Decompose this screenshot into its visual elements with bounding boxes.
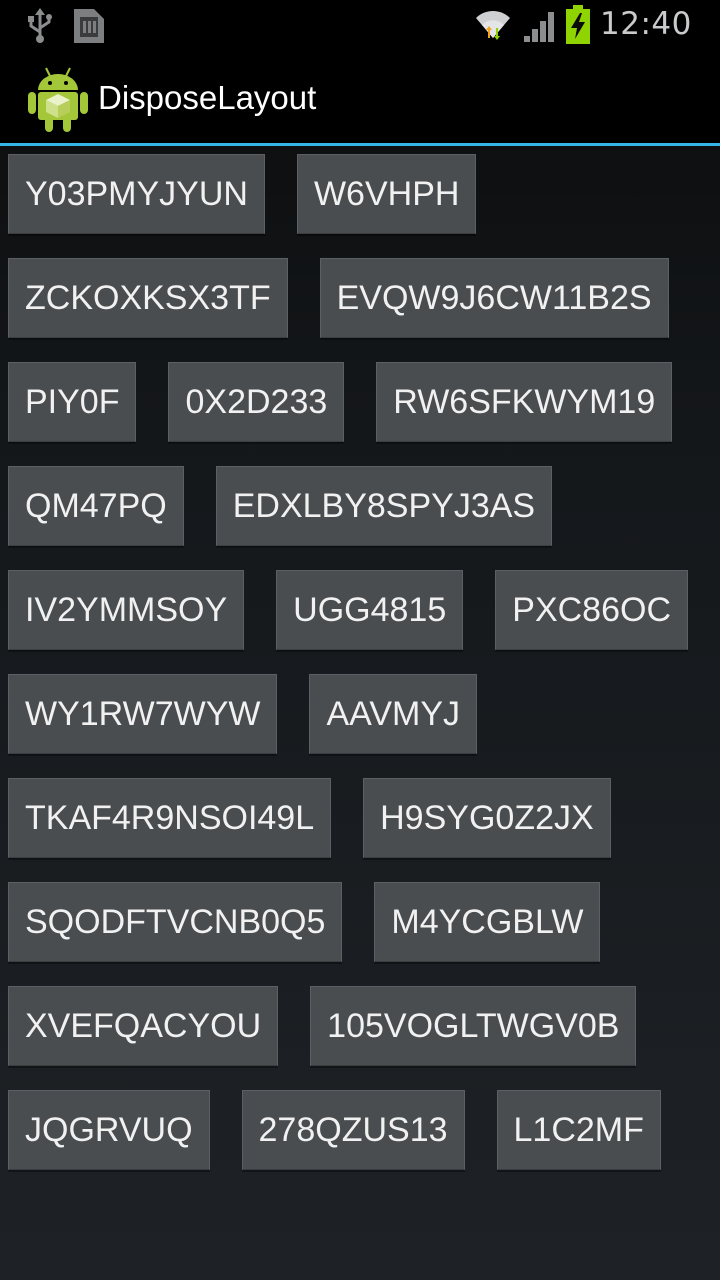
button-row: TKAF4R9NSOI49L H9SYG0Z2JX [8, 778, 720, 858]
screen: 12:40 DisposeLayout Y03PMYJYUN W6VHPH ZC… [0, 0, 720, 1280]
button-flow-layout: Y03PMYJYUN W6VHPH ZCKOXKSX3TF EVQW9J6CW1… [8, 146, 720, 1280]
button-row: XVEFQACYOU 105VOGLTWGV0B [8, 986, 720, 1066]
random-label-button[interactable]: JQGRVUQ [8, 1090, 210, 1170]
random-label-button[interactable]: TKAF4R9NSOI49L [8, 778, 332, 858]
random-label-button[interactable]: L1C2MF [496, 1090, 661, 1170]
battery-charging-icon [565, 5, 591, 45]
button-row: ZCKOXKSX3TF EVQW9J6CW11B2S [8, 258, 720, 338]
signal-icon [522, 8, 558, 44]
random-label-button[interactable]: ZCKOXKSX3TF [8, 258, 288, 338]
sd-card-icon [70, 7, 106, 45]
random-label-button[interactable]: EVQW9J6CW11B2S [319, 258, 669, 338]
random-label-button[interactable]: M4YCGBLW [374, 882, 601, 962]
random-label-button[interactable]: 278QZUS13 [241, 1090, 465, 1170]
button-row: WY1RW7WYW AAVMYJ [8, 674, 720, 754]
random-label-button[interactable]: WY1RW7WYW [8, 674, 278, 754]
wifi-icon [474, 6, 512, 44]
android-icon [28, 66, 88, 132]
button-row: IV2YMMSOY UGG4815 PXC86OC [8, 570, 720, 650]
random-label-button[interactable]: QM47PQ [8, 466, 184, 546]
random-label-button[interactable]: 105VOGLTWGV0B [310, 986, 637, 1066]
random-label-button[interactable]: RW6SFKWYM19 [376, 362, 673, 442]
random-label-button[interactable]: H9SYG0Z2JX [363, 778, 611, 858]
status-clock: 12:40 [600, 6, 692, 42]
app-title: DisposeLayout [98, 79, 317, 116]
button-row: PIY0F 0X2D233 RW6SFKWYM19 [8, 362, 720, 442]
random-label-button[interactable]: UGG4815 [276, 570, 464, 650]
random-label-button[interactable]: Y03PMYJYUN [8, 154, 265, 234]
button-row: Y03PMYJYUN W6VHPH [8, 154, 720, 234]
random-label-button[interactable]: EDXLBY8SPYJ3AS [215, 466, 553, 546]
button-row: QM47PQ EDXLBY8SPYJ3AS [8, 466, 720, 546]
action-bar: DisposeLayout [0, 50, 720, 144]
random-label-button[interactable]: IV2YMMSOY [8, 570, 245, 650]
random-label-button[interactable]: PXC86OC [495, 570, 688, 650]
button-row: SQODFTVCNB0Q5 M4YCGBLW [8, 882, 720, 962]
usb-icon [26, 8, 54, 44]
random-label-button[interactable]: SQODFTVCNB0Q5 [8, 882, 343, 962]
random-label-button[interactable]: PIY0F [8, 362, 137, 442]
button-row: JQGRVUQ 278QZUS13 L1C2MF [8, 1090, 720, 1170]
random-label-button[interactable]: AAVMYJ [309, 674, 477, 754]
random-label-button[interactable]: 0X2D233 [168, 362, 345, 442]
random-label-button[interactable]: W6VHPH [296, 154, 477, 234]
status-bar: 12:40 [0, 0, 720, 50]
random-label-button[interactable]: XVEFQACYOU [8, 986, 279, 1066]
